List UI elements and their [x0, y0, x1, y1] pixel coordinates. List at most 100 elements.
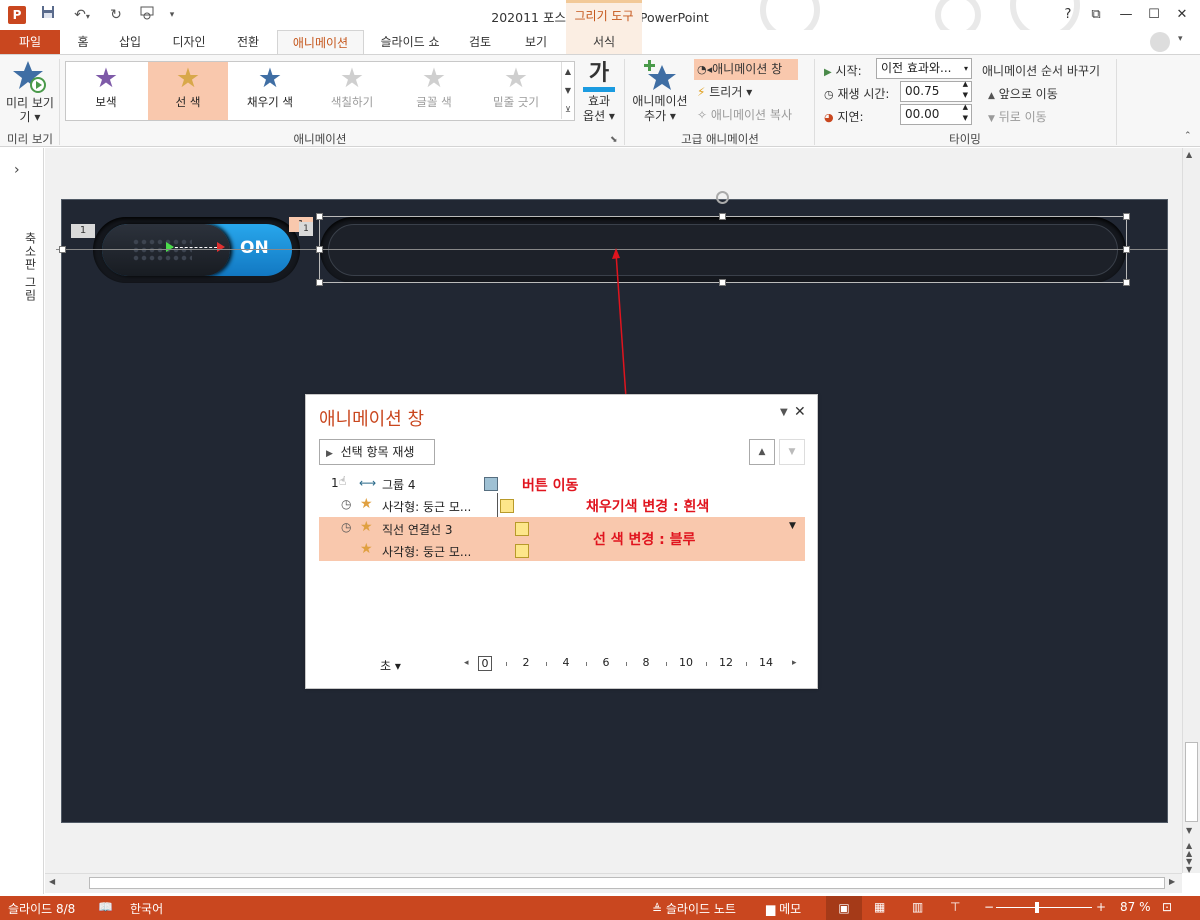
animation-gallery-item[interactable]: ★ 선 색: [148, 62, 228, 120]
spinner-icon[interactable]: ▲ ▼: [963, 102, 968, 124]
gallery-scroll-up-icon[interactable]: ▲: [561, 62, 574, 81]
account-dropdown-icon[interactable]: ▾: [1178, 34, 1183, 44]
timing-bar[interactable]: [500, 499, 514, 513]
resize-handle[interactable]: [1123, 246, 1130, 253]
tab-review[interactable]: 검토: [460, 30, 500, 54]
animation-gallery-item[interactable]: ★ 밑줄 긋기: [476, 62, 556, 120]
animation-gallery-item[interactable]: ★ 글꼴 색: [394, 62, 474, 120]
expand-icon[interactable]: ›: [14, 162, 20, 178]
rotate-handle-icon[interactable]: [716, 191, 729, 204]
zoom-slider[interactable]: [996, 907, 1092, 908]
scroll-left-icon[interactable]: ◀: [49, 877, 55, 886]
fit-to-window-icon[interactable]: ⊡: [1162, 900, 1172, 914]
tab-home[interactable]: 홈: [68, 30, 98, 54]
move-up-button[interactable]: ▲: [749, 439, 775, 465]
animation-order-tag[interactable]: 1: [299, 222, 313, 236]
previous-slide-icon[interactable]: ▲ ▲: [1186, 842, 1192, 858]
zoom-out-icon[interactable]: −: [984, 900, 994, 914]
next-slide-icon[interactable]: ▼ ▼: [1186, 858, 1192, 874]
delay-field[interactable]: 00.00 ▲ ▼: [900, 102, 972, 125]
close-button[interactable]: ✕: [1170, 4, 1194, 26]
normal-view-icon[interactable]: ▣: [826, 896, 862, 920]
animation-gallery-item[interactable]: ★ 채우기 색: [230, 62, 310, 120]
language-indicator[interactable]: 한국어: [130, 900, 163, 917]
collapse-ribbon-icon[interactable]: ⌃: [1184, 131, 1192, 141]
tab-slideshow[interactable]: 슬라이드 쇼: [372, 30, 448, 54]
resize-handle[interactable]: [719, 279, 726, 286]
timing-bar[interactable]: [515, 522, 529, 536]
slideshow-view-icon[interactable]: ⊤: [950, 900, 960, 914]
zoom-in-icon[interactable]: +: [1096, 900, 1106, 914]
move-later-button[interactable]: ▼ 뒤로 이동: [988, 108, 1047, 125]
close-icon[interactable]: ✕: [794, 404, 806, 420]
tab-view[interactable]: 보기: [514, 30, 558, 54]
move-down-button[interactable]: ▼: [779, 439, 805, 465]
avatar[interactable]: [1150, 32, 1170, 52]
animation-list-item-selected[interactable]: ◷ ★ 직선 연결선 3 ▼ ★ 사각형: 둥근 모... 선 색 변경 : 블…: [319, 517, 805, 561]
vertical-scrollbar[interactable]: ▲ ▼ ▲ ▲ ▼ ▼: [1182, 148, 1200, 874]
animation-pane-button[interactable]: ◔◂애니메이션 창: [694, 59, 798, 80]
resize-handle[interactable]: [1123, 213, 1130, 220]
animation-gallery-item[interactable]: ★ 색칠하기: [312, 62, 392, 120]
spinner-icon[interactable]: ▲ ▼: [963, 79, 968, 101]
tab-file[interactable]: 파일: [0, 30, 60, 54]
timeline-scroll-right-icon[interactable]: ▸: [792, 658, 797, 668]
reading-view-icon[interactable]: ▥: [912, 900, 923, 914]
tab-format[interactable]: 서식: [566, 30, 642, 54]
duration-field[interactable]: 00.75 ▲ ▼: [900, 79, 972, 102]
gallery-scroll-down-icon[interactable]: ▼: [561, 81, 574, 100]
comments-button[interactable]: ▆ 메모: [766, 900, 801, 917]
notes-button[interactable]: ≜ 슬라이드 노트: [652, 900, 736, 917]
resize-handle[interactable]: [316, 213, 323, 220]
scroll-thumb[interactable]: [89, 877, 1165, 889]
animation-order-tag[interactable]: 1: [71, 224, 95, 238]
horizontal-scrollbar[interactable]: ◀ ▶: [45, 873, 1182, 893]
resize-handle[interactable]: [1123, 279, 1130, 286]
scroll-right-icon[interactable]: ▶: [1169, 877, 1175, 886]
animation-list-item[interactable]: ◷ ★ 사각형: 둥근 모... 채우기색 변경 : 흰색: [319, 493, 805, 519]
tab-insert[interactable]: 삽입: [112, 30, 148, 54]
resize-handle[interactable]: [719, 213, 726, 220]
timeline-unit-select[interactable]: 초 ▾: [380, 657, 401, 674]
move-earlier-button[interactable]: ▲ 앞으로 이동: [988, 85, 1058, 102]
play-selected-button[interactable]: ▶ 선택 항목 재생: [319, 439, 435, 465]
item-menu-icon[interactable]: ▼: [789, 521, 796, 531]
group-separator: [59, 59, 60, 145]
animation-pane-icon: ◔◂: [697, 63, 713, 76]
maximize-button[interactable]: ☐: [1142, 4, 1166, 26]
help-button[interactable]: ?: [1056, 4, 1080, 26]
minimize-button[interactable]: —: [1114, 4, 1138, 26]
add-animation-button[interactable]: 애니메이션 추가 ▾: [628, 59, 692, 129]
timing-bar[interactable]: [515, 544, 529, 558]
scroll-down-icon[interactable]: ▼: [1186, 826, 1192, 835]
timing-bar[interactable]: [484, 477, 498, 491]
thumbnail-pane-label[interactable]: 축소판 그림: [3, 232, 39, 302]
zoom-slider-thumb[interactable]: [1035, 902, 1040, 913]
slide-sorter-icon[interactable]: ▦: [874, 900, 885, 914]
pane-options-icon[interactable]: ▼: [780, 407, 788, 418]
tab-transitions[interactable]: 전환: [228, 30, 268, 54]
resize-handle[interactable]: [316, 279, 323, 286]
resize-handle[interactable]: [59, 246, 66, 253]
trigger-button[interactable]: ⚡ 트리거 ▾: [697, 83, 752, 100]
gallery-more-icon[interactable]: ⊻: [561, 100, 574, 119]
start-select[interactable]: 이전 효과와... ▾: [876, 58, 972, 79]
resize-handle[interactable]: [316, 246, 323, 253]
tab-animations[interactable]: 애니메이션: [277, 30, 364, 55]
spellcheck-icon[interactable]: 📖: [98, 900, 113, 914]
dialog-launcher-icon[interactable]: ⬊: [610, 135, 618, 145]
tab-design[interactable]: 디자인: [162, 30, 216, 54]
animation-list-item[interactable]: 1 ☝ ⟷ 그룹 4 버튼 이동: [319, 473, 805, 495]
scroll-thumb[interactable]: [1185, 742, 1198, 822]
animation-gallery-item[interactable]: ★ 보색: [66, 62, 146, 120]
timeline-ruler[interactable]: 0 2 4 6 8 10 12 14: [476, 655, 788, 673]
timeline-scroll-left-icon[interactable]: ◂: [464, 658, 469, 668]
zoom-level[interactable]: 87 %: [1120, 900, 1151, 914]
ribbon-display-button[interactable]: ⧉: [1084, 4, 1108, 26]
motion-path-icon: ⟷: [359, 476, 377, 490]
timeline-minor-tick: [546, 662, 547, 666]
preview-button[interactable]: 미리 보기 기 ▾: [4, 59, 56, 129]
effect-options-button[interactable]: 가 효과 옵션 ▾: [578, 59, 620, 129]
animation-painter-button[interactable]: ✧ 애니메이션 복사: [697, 106, 792, 123]
scroll-up-icon[interactable]: ▲: [1186, 150, 1192, 159]
